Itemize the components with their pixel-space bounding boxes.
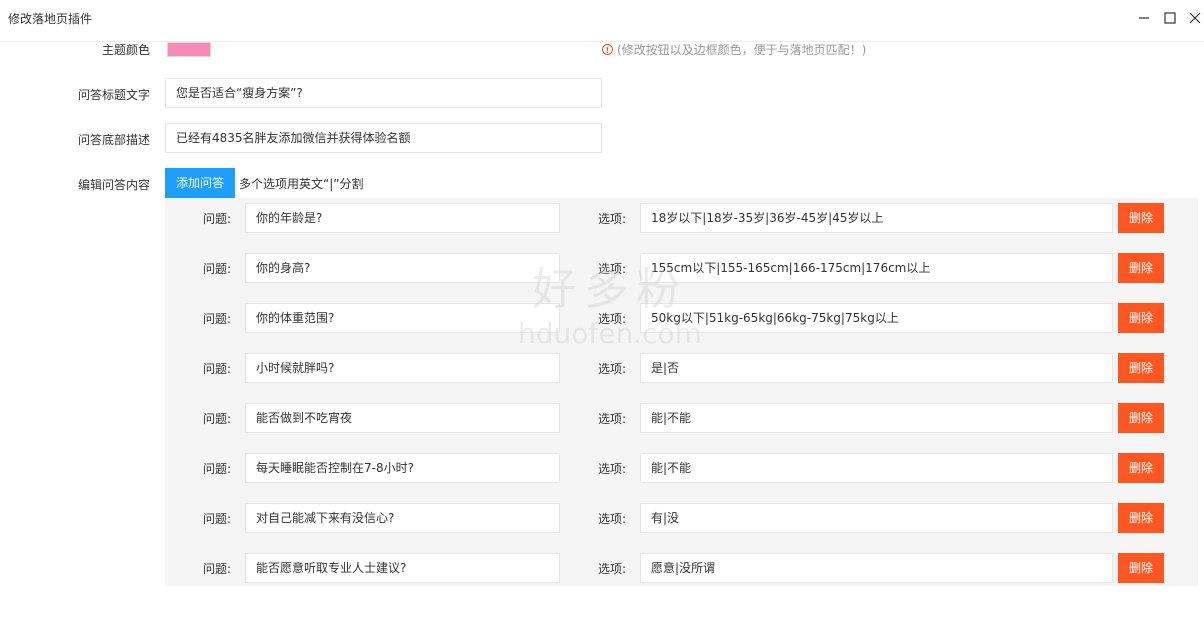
question-label: 问题: (203, 262, 232, 276)
delete-button[interactable]: 删除 (1118, 303, 1164, 333)
options-label: 选项: (598, 512, 627, 526)
qa-row: 问题: 对自己能减下来有没信心? 选项: 有|没 删除 (165, 503, 1198, 553)
delete-button[interactable]: 删除 (1118, 403, 1164, 433)
qa-row: 问题: 你的年龄是? 选项: 18岁以下|18岁-35岁|36岁-45岁|45岁… (165, 203, 1198, 253)
qa-row: 问题: 你的体重范围? 选项: 50kg以下|51kg-65kg|66kg-75… (165, 303, 1198, 353)
options-input[interactable]: 有|没 (640, 503, 1113, 533)
theme-color-hint: ! (修改按钮以及边框颜色，便于与落地页匹配！) (602, 41, 866, 58)
delete-button[interactable]: 删除 (1118, 253, 1164, 283)
qa-footer-label: 问答底部描述 (77, 133, 150, 147)
question-label: 问题: (203, 362, 232, 376)
options-input[interactable]: 能|不能 (640, 403, 1113, 433)
question-input[interactable]: 小时候就胖吗? (245, 353, 560, 383)
question-input[interactable]: 你的年龄是? (245, 203, 560, 233)
maximize-icon[interactable] (1160, 8, 1180, 28)
options-input[interactable]: 18岁以下|18岁-35岁|36岁-45岁|45岁以上 (640, 203, 1113, 233)
delete-button[interactable]: 删除 (1118, 453, 1164, 483)
question-label: 问题: (203, 412, 232, 426)
options-label: 选项: (598, 212, 627, 226)
theme-color-hint-text: (修改按钮以及边框颜色，便于与落地页匹配！) (617, 43, 867, 57)
add-qa-button[interactable]: 添加问答 (165, 168, 235, 198)
delete-button[interactable]: 删除 (1118, 553, 1164, 583)
options-input[interactable]: 50kg以下|51kg-65kg|66kg-75kg|75kg以上 (640, 303, 1113, 333)
qa-row: 问题: 小时候就胖吗? 选项: 是|否 删除 (165, 353, 1198, 403)
delete-button[interactable]: 删除 (1118, 353, 1164, 383)
theme-color-label: 主题颜色 (101, 43, 150, 57)
theme-color-picker[interactable] (167, 42, 211, 57)
options-label: 选项: (598, 412, 627, 426)
qa-row: 问题: 能否做到不吃宵夜 选项: 能|不能 删除 (165, 403, 1198, 453)
question-input[interactable]: 对自己能减下来有没信心? (245, 503, 560, 533)
qa-edit-label: 编辑问答内容 (77, 178, 150, 192)
minimize-icon[interactable] (1134, 8, 1154, 28)
question-input[interactable]: 你的体重范围? (245, 303, 560, 333)
qa-row: 问题: 能否愿意听取专业人士建议? 选项: 愿意|没所谓 删除 (165, 553, 1198, 603)
question-label: 问题: (203, 462, 232, 476)
options-label: 选项: (598, 312, 627, 326)
qa-footer-input[interactable]: 已经有4835名胖友添加微信并获得体验名额 (165, 123, 602, 153)
title-bar: 修改落地页插件 (0, 0, 1204, 42)
qa-title-input[interactable]: 您是否适合“瘦身方案”? (165, 78, 602, 108)
question-label: 问题: (203, 512, 232, 526)
options-input[interactable]: 能|不能 (640, 453, 1113, 483)
qa-row: 问题: 每天睡眠能否控制在7-8小时? 选项: 能|不能 删除 (165, 453, 1198, 503)
options-label: 选项: (598, 262, 627, 276)
add-qa-hint: 多个选项用英文“|”分割 (239, 177, 364, 191)
question-label: 问题: (203, 562, 232, 576)
info-icon: ! (602, 44, 613, 55)
options-label: 选项: (598, 362, 627, 376)
qa-list: 问题: 你的年龄是? 选项: 18岁以下|18岁-35岁|36岁-45岁|45岁… (165, 198, 1198, 586)
question-input[interactable]: 能否愿意听取专业人士建议? (245, 553, 560, 583)
plugin-edit-window: 修改落地页插件 主题颜色 ! (修改按钮以及边框颜色，便于与落地页匹配！) 问答… (0, 0, 1204, 626)
question-input[interactable]: 能否做到不吃宵夜 (245, 403, 560, 433)
close-icon[interactable] (1185, 8, 1204, 28)
question-input[interactable]: 每天睡眠能否控制在7-8小时? (245, 453, 560, 483)
question-label: 问题: (203, 312, 232, 326)
delete-button[interactable]: 删除 (1118, 203, 1164, 233)
qa-row: 问题: 你的身高? 选项: 155cm以下|155-165cm|166-175c… (165, 253, 1198, 303)
options-label: 选项: (598, 462, 627, 476)
question-input[interactable]: 你的身高? (245, 253, 560, 283)
options-label: 选项: (598, 562, 627, 576)
options-input[interactable]: 愿意|没所谓 (640, 553, 1113, 583)
options-input[interactable]: 155cm以下|155-165cm|166-175cm|176cm以上 (640, 253, 1113, 283)
question-label: 问题: (203, 212, 232, 226)
delete-button[interactable]: 删除 (1118, 503, 1164, 533)
qa-title-label: 问答标题文字 (77, 88, 150, 102)
window-title: 修改落地页插件 (8, 12, 93, 26)
options-input[interactable]: 是|否 (640, 353, 1113, 383)
